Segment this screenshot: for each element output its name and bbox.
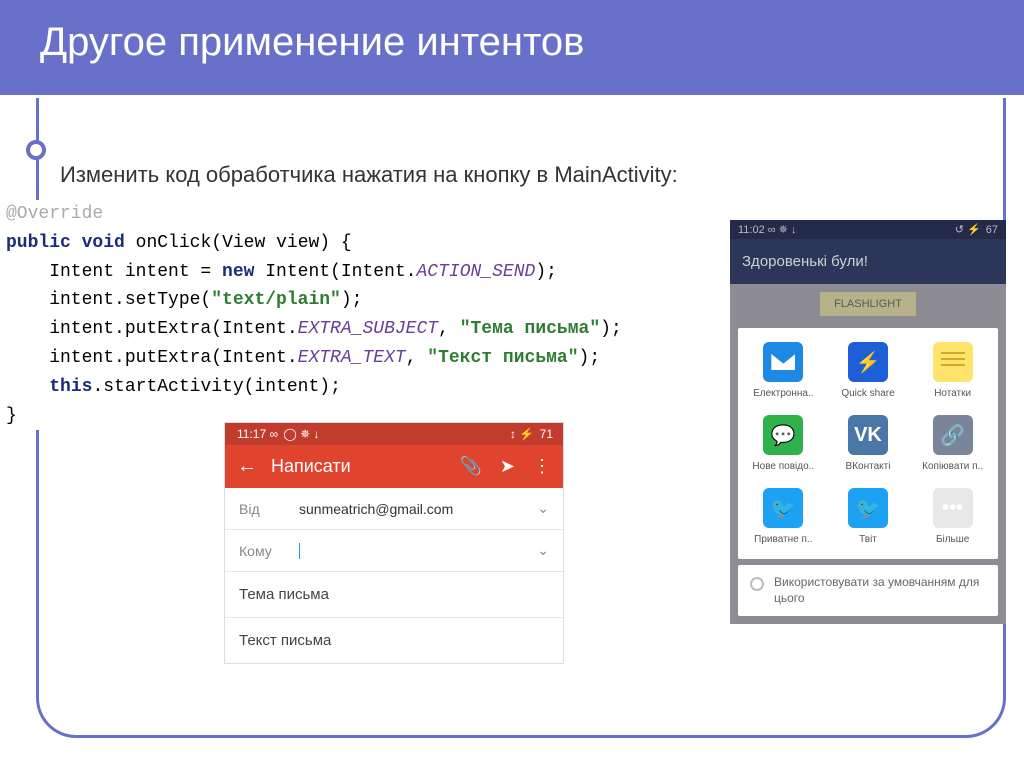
subject-field[interactable]: Тема письма xyxy=(225,572,563,618)
code-text: intent.setType( xyxy=(6,290,211,310)
code-text: } xyxy=(6,406,17,426)
gmail-compose-screenshot: 11:17 ∞ ◯ ✵ ↓ ↕ ⚡ 71 ← Написати 📎 ➤ ⋮ Ві… xyxy=(224,422,564,664)
share-app-twitter-dm[interactable]: 🐦Приватне п.. xyxy=(742,484,825,553)
slide-header: Другое применение интентов xyxy=(0,0,1024,95)
status-time: 11:02 ∞ xyxy=(738,224,776,236)
code-text: Intent(Intent. xyxy=(254,262,416,282)
status-bar: 11:17 ∞ ◯ ✵ ↓ ↕ ⚡ 71 xyxy=(225,423,563,445)
app-header: Здоровенькі були! xyxy=(730,239,1006,284)
flashlight-button[interactable]: FLASHLIGHT xyxy=(820,292,916,316)
body-field[interactable]: Текст письма xyxy=(225,618,563,663)
compose-title: Написати xyxy=(271,456,445,477)
code-text xyxy=(6,377,49,397)
code-keyword: new xyxy=(222,262,254,282)
chevron-down-icon: ⌄ xyxy=(537,500,549,517)
default-label: Використовувати за умовчанням для цього xyxy=(774,575,986,606)
default-checkbox-row[interactable]: Використовувати за умовчанням для цього xyxy=(738,565,998,616)
code-string: "Текст письма" xyxy=(427,348,578,368)
code-method: onClick xyxy=(136,233,212,253)
signal-icon: ↕ ⚡ xyxy=(510,427,534,441)
slide-subtitle: Изменить код обработчика нажатия на кноп… xyxy=(60,162,684,188)
share-app-quickshare[interactable]: ⚡Quick share xyxy=(827,338,910,407)
code-text: Intent intent = xyxy=(6,262,222,282)
share-app-tweet[interactable]: 🐦Твіт xyxy=(827,484,910,553)
code-constant: EXTRA_TEXT xyxy=(298,348,406,368)
more-icon: ••• xyxy=(933,488,973,528)
notes-icon xyxy=(933,342,973,382)
chevron-down-icon: ⌄ xyxy=(537,542,549,559)
cursor xyxy=(299,543,300,559)
radio-icon xyxy=(750,577,764,591)
send-icon[interactable]: ➤ xyxy=(500,456,515,477)
code-text: ); xyxy=(579,348,601,368)
slide-title: Другое применение интентов xyxy=(40,20,984,65)
from-row[interactable]: Від sunmeatrich@gmail.com ⌄ xyxy=(225,488,563,530)
more-icon[interactable]: ⋮ xyxy=(533,456,551,477)
battery-label: 67 xyxy=(986,224,998,236)
share-app-email[interactable]: Електронна.. xyxy=(742,338,825,407)
message-icon: 💬 xyxy=(763,415,803,455)
status-icons: ✵ ↓ xyxy=(779,224,797,236)
twitter-icon: 🐦 xyxy=(848,488,888,528)
to-row[interactable]: Кому ⌄ xyxy=(225,530,563,572)
bullet-icon xyxy=(26,140,46,160)
attach-icon[interactable]: 📎 xyxy=(459,456,481,477)
code-constant: EXTRA_SUBJECT xyxy=(298,319,438,339)
code-text: (View view) { xyxy=(211,233,351,253)
code-text: ); xyxy=(341,290,363,310)
share-app-vk[interactable]: VKВКонтакті xyxy=(827,411,910,480)
share-app-notes[interactable]: Нотатки xyxy=(911,338,994,407)
share-app-more[interactable]: •••Більше xyxy=(911,484,994,553)
status-icons: ◯ ✵ ↓ xyxy=(283,427,319,441)
compose-toolbar: ← Написати 📎 ➤ ⋮ xyxy=(225,445,563,488)
signal-icon: ↺ ⚡ xyxy=(955,224,981,236)
twitter-icon: 🐦 xyxy=(763,488,803,528)
code-text: .startActivity(intent); xyxy=(92,377,340,397)
code-text: ); xyxy=(600,319,622,339)
quickshare-icon: ⚡ xyxy=(848,342,888,382)
code-text: intent.putExtra(Intent. xyxy=(6,319,298,339)
share-app-copy[interactable]: 🔗Копіювати п.. xyxy=(911,411,994,480)
code-constant: ACTION_SEND xyxy=(416,262,535,282)
from-label: Від xyxy=(239,501,299,517)
link-icon: 🔗 xyxy=(933,415,973,455)
flashlight-row: FLASHLIGHT xyxy=(730,284,1006,324)
code-block: @Override public void onClick(View view)… xyxy=(6,200,622,430)
mail-icon xyxy=(763,342,803,382)
share-sheet: Електронна.. ⚡Quick share Нотатки 💬Нове … xyxy=(738,328,998,559)
vk-icon: VK xyxy=(848,415,888,455)
battery-label: 71 xyxy=(540,427,553,441)
code-keyword: public xyxy=(6,233,71,253)
to-label: Кому xyxy=(239,543,299,559)
status-bar: 11:02 ∞ ✵ ↓ ↺ ⚡ 67 xyxy=(730,220,1006,239)
share-sheet-screenshot: 11:02 ∞ ✵ ↓ ↺ ⚡ 67 Здоровенькі були! FLA… xyxy=(730,220,1006,624)
back-icon[interactable]: ← xyxy=(237,455,257,478)
code-annotation: @Override xyxy=(6,204,103,224)
code-string: "text/plain" xyxy=(211,290,341,310)
share-app-message[interactable]: 💬Нове повідо.. xyxy=(742,411,825,480)
code-string: "Тема письма" xyxy=(460,319,600,339)
code-text: ); xyxy=(535,262,557,282)
code-text: , xyxy=(406,348,428,368)
code-text: , xyxy=(438,319,460,339)
code-text: intent.putExtra(Intent. xyxy=(6,348,298,368)
status-time: 11:17 ∞ xyxy=(237,427,278,441)
code-keyword: void xyxy=(82,233,125,253)
from-value: sunmeatrich@gmail.com xyxy=(299,501,537,517)
code-keyword: this xyxy=(49,377,92,397)
